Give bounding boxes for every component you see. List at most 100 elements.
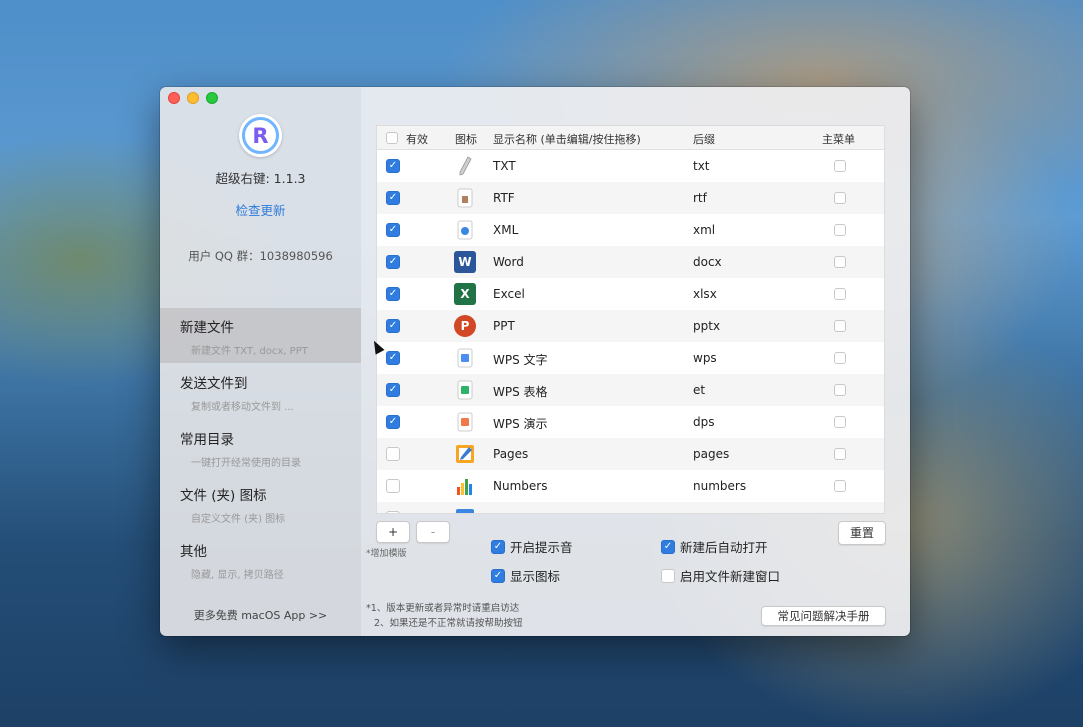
reset-button[interactable]: 重置 <box>838 521 886 545</box>
row-main-menu-checkbox[interactable] <box>834 320 846 332</box>
zoom-window-button[interactable] <box>206 92 218 104</box>
row-main-menu-checkbox[interactable] <box>834 448 846 460</box>
remove-template-button[interactable]: - <box>416 521 450 543</box>
row-ext[interactable]: pptx <box>693 319 720 333</box>
row-ext[interactable]: xlsx <box>693 287 717 301</box>
xml-file-icon <box>454 219 476 241</box>
nav-item-folder-icons[interactable]: 文件 (夹) 图标 自定义文件 (夹) 图标 <box>160 476 361 531</box>
nav-item-new-file[interactable]: 新建文件 新建文件 TXT, docx, PPT <box>160 308 361 363</box>
row-enabled-checkbox[interactable]: ✓ <box>386 319 400 333</box>
main-panel: 有效 图标 显示名称 (单击编辑/按住拖移) 后缀 主菜单 ✓ TXT txt … <box>361 87 910 636</box>
row-main-menu-checkbox[interactable] <box>834 160 846 172</box>
table-row[interactable]: ✓ WPS 表格 et <box>377 374 884 406</box>
row-name[interactable]: TXT <box>493 159 516 173</box>
row-name[interactable]: WPS 演示 <box>493 415 548 432</box>
row-ext[interactable]: txt <box>693 159 710 173</box>
wps-presentation-icon <box>454 411 476 433</box>
table-row[interactable]: Numbers numbers <box>377 470 884 502</box>
row-enabled-checkbox[interactable]: ✓ <box>386 159 400 173</box>
option-label: 开启提示音 <box>510 540 573 555</box>
row-ext[interactable]: dps <box>693 415 715 429</box>
row-enabled-checkbox[interactable]: ✓ <box>386 223 400 237</box>
row-name[interactable]: PPT <box>493 319 515 333</box>
pages-icon <box>454 443 476 465</box>
row-main-menu-checkbox[interactable] <box>834 192 846 204</box>
nav-item-send-to[interactable]: 发送文件到 复制或者移动文件到 ... <box>160 364 361 419</box>
row-name[interactable]: Excel <box>493 287 525 301</box>
row-name[interactable]: Numbers <box>493 479 547 493</box>
row-ext[interactable]: wps <box>693 351 717 365</box>
auto-open-checkbox[interactable]: ✓ <box>661 539 675 554</box>
header-icon[interactable]: 图标 <box>455 131 477 147</box>
row-enabled-checkbox[interactable] <box>386 447 400 461</box>
row-name[interactable]: RTF <box>493 191 515 205</box>
row-enabled-checkbox[interactable]: ✓ <box>386 383 400 397</box>
row-name[interactable]: WPS 文字 <box>493 351 548 368</box>
row-enabled-checkbox[interactable]: ✓ <box>386 255 400 269</box>
row-enabled-checkbox[interactable] <box>386 511 400 513</box>
row-name[interactable]: WPS 表格 <box>493 383 548 400</box>
row-enabled-checkbox[interactable]: ✓ <box>386 351 400 365</box>
new-file-window-checkbox[interactable] <box>661 568 675 583</box>
more-apps-link[interactable]: 更多免费 macOS App >> <box>160 607 361 623</box>
row-name[interactable]: XML <box>493 223 518 237</box>
row-name[interactable]: Pages <box>493 447 528 461</box>
qq-group-text: 用户 QQ 群：1038980596 <box>188 249 333 263</box>
add-template-button[interactable]: + <box>376 521 410 543</box>
table-row[interactable]: ✓ P PPT pptx <box>377 310 884 342</box>
minimize-window-button[interactable] <box>187 92 199 104</box>
nav-item-subtitle: 自定义文件 (夹) 图标 <box>191 514 286 525</box>
sound-checkbox[interactable]: ✓ <box>491 539 505 554</box>
table-row[interactable]: ✓ W Word docx <box>377 246 884 278</box>
header-main-menu[interactable]: 主菜单 <box>822 131 855 147</box>
row-enabled-checkbox[interactable] <box>386 479 400 493</box>
row-enabled-checkbox[interactable]: ✓ <box>386 287 400 301</box>
keynote-icon <box>454 507 476 513</box>
option-auto-open[interactable]: ✓ 新建后自动打开 <box>661 537 768 556</box>
table-row[interactable]: ✓ WPS 演示 dps <box>377 406 884 438</box>
file-template-table: 有效 图标 显示名称 (单击编辑/按住拖移) 后缀 主菜单 ✓ TXT txt … <box>376 125 885 514</box>
row-main-menu-checkbox[interactable] <box>834 480 846 492</box>
row-main-menu-checkbox[interactable] <box>834 352 846 364</box>
notes: *1、版本更新或者异常时请重启访达 2、如果还是不正常就请按帮助按钮 <box>366 601 523 631</box>
row-enabled-checkbox[interactable]: ✓ <box>386 191 400 205</box>
nav-item-common-dirs[interactable]: 常用目录 一键打开经常使用的目录 <box>160 420 361 475</box>
nav-item-other[interactable]: 其他 隐藏, 显示, 拷贝路径 <box>160 532 361 587</box>
check-update-link[interactable]: 检查更新 <box>160 200 361 219</box>
table-row[interactable]: ✓ TXT txt <box>377 150 884 182</box>
table-row-partial[interactable] <box>377 502 884 513</box>
row-main-menu-checkbox[interactable] <box>834 384 846 396</box>
nav-item-title: 新建文件 <box>180 320 234 336</box>
nav-item-title: 其他 <box>180 544 207 560</box>
row-name[interactable]: Word <box>493 255 524 269</box>
row-ext[interactable]: rtf <box>693 191 707 205</box>
row-ext[interactable]: pages <box>693 447 729 461</box>
row-ext[interactable]: xml <box>693 223 715 237</box>
row-main-menu-checkbox[interactable] <box>834 256 846 268</box>
sidebar: R 超级右键: 1.1.3 检查更新 用户 QQ 群：1038980596 新建… <box>160 87 361 636</box>
nav-item-title: 文件 (夹) 图标 <box>180 488 267 504</box>
row-ext[interactable]: numbers <box>693 479 746 493</box>
option-show-icons[interactable]: ✓ 显示图标 <box>491 566 560 585</box>
table-row[interactable]: ✓ WPS 文字 wps <box>377 342 884 374</box>
nav-item-title: 常用目录 <box>180 432 234 448</box>
table-row[interactable]: Pages pages <box>377 438 884 470</box>
header-enabled[interactable]: 有效 <box>406 131 428 147</box>
close-window-button[interactable] <box>168 92 180 104</box>
row-main-menu-checkbox[interactable] <box>834 224 846 236</box>
option-sound[interactable]: ✓ 开启提示音 <box>491 537 573 556</box>
table-row[interactable]: ✓ RTF rtf <box>377 182 884 214</box>
table-row[interactable]: ✓ XML xml <box>377 214 884 246</box>
header-ext[interactable]: 后缀 <box>693 131 715 147</box>
row-enabled-checkbox[interactable]: ✓ <box>386 415 400 429</box>
row-main-menu-checkbox[interactable] <box>834 416 846 428</box>
show-icons-checkbox[interactable]: ✓ <box>491 568 505 583</box>
table-row[interactable]: ✓ X Excel xlsx <box>377 278 884 310</box>
row-ext[interactable]: et <box>693 383 705 397</box>
faq-button[interactable]: 常见问题解决手册 <box>761 606 886 626</box>
select-all-checkbox[interactable] <box>386 132 398 144</box>
row-ext[interactable]: docx <box>693 255 722 269</box>
row-main-menu-checkbox[interactable] <box>834 288 846 300</box>
header-name[interactable]: 显示名称 (单击编辑/按住拖移) <box>493 131 641 147</box>
option-new-file-window[interactable]: 启用文件新建窗口 <box>661 566 780 585</box>
